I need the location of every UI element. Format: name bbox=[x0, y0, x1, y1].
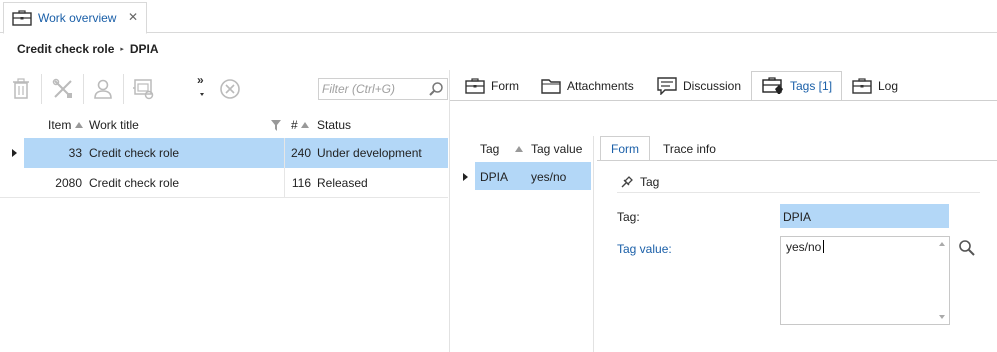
tab-log-label: Log bbox=[878, 79, 899, 93]
cell-status: Under development bbox=[317, 146, 422, 160]
current-row-indicator-icon bbox=[463, 173, 468, 181]
pin-icon[interactable] bbox=[620, 175, 634, 189]
briefcase-icon bbox=[852, 78, 872, 94]
cell-work-title: Credit check role bbox=[89, 146, 180, 160]
tab-discussion-label: Discussion bbox=[683, 79, 742, 93]
assign-user-button[interactable] bbox=[89, 75, 117, 103]
section-title: Tag bbox=[640, 175, 660, 189]
cell-count: 116 bbox=[291, 175, 311, 190]
filter-box bbox=[318, 78, 448, 100]
breadcrumb-separator-icon: ▸ bbox=[120, 46, 124, 53]
tab-tags[interactable]: Tags [1] bbox=[751, 71, 842, 101]
cell-item: 33 bbox=[68, 146, 82, 160]
workflow-icon bbox=[133, 79, 154, 100]
tab-tags-label: Tags [1] bbox=[790, 79, 833, 93]
panel-splitter[interactable] bbox=[593, 136, 594, 352]
filter-funnel-icon[interactable] bbox=[271, 112, 281, 138]
tab-form-label: Form bbox=[491, 79, 519, 93]
person-icon bbox=[94, 79, 112, 99]
tab-discussion[interactable]: Discussion bbox=[657, 71, 741, 101]
tag-field[interactable]: DPIA bbox=[780, 204, 949, 228]
lookup-search-icon[interactable] bbox=[958, 239, 976, 257]
briefcase-icon bbox=[465, 78, 485, 94]
tab-attachments-label: Attachments bbox=[567, 79, 634, 93]
subtab-strip-line bbox=[597, 160, 997, 161]
scroll-up-icon[interactable] bbox=[939, 242, 945, 246]
tags-column-tag-value[interactable]: Tag value bbox=[531, 142, 582, 156]
sort-asc-icon bbox=[300, 122, 309, 128]
folder-icon bbox=[541, 79, 561, 94]
cell-item: 2080 bbox=[55, 175, 82, 190]
tag-briefcase-icon bbox=[762, 77, 783, 94]
column-header-work-title[interactable]: Work title bbox=[89, 112, 139, 138]
breadcrumb: Credit check role ▸ DPIA bbox=[17, 42, 159, 56]
more-actions-button[interactable]: » bbox=[197, 73, 204, 87]
tools-button[interactable] bbox=[49, 75, 77, 103]
toolbar-divider bbox=[83, 74, 84, 104]
column-header-count[interactable]: # bbox=[291, 112, 310, 138]
workflow-button[interactable] bbox=[130, 75, 158, 103]
section-divider bbox=[617, 192, 980, 193]
work-overview-tab[interactable]: Work overview ✕ bbox=[3, 2, 147, 34]
column-header-count-label: # bbox=[291, 118, 298, 132]
scroll-down-icon[interactable] bbox=[939, 315, 945, 319]
wrench-screwdriver-icon bbox=[52, 78, 72, 98]
subtab-trace-info-label: Trace info bbox=[663, 141, 716, 156]
tag-value-text: yes/no bbox=[786, 240, 822, 254]
text-cursor bbox=[823, 240, 824, 253]
panel-splitter[interactable] bbox=[449, 70, 450, 352]
tab-log[interactable]: Log bbox=[852, 71, 898, 101]
subtab-trace-info[interactable]: Trace info bbox=[653, 136, 726, 161]
cell-count: 240 bbox=[290, 146, 311, 160]
tab-form[interactable]: Form bbox=[465, 71, 519, 101]
column-header-status[interactable]: Status bbox=[317, 112, 351, 138]
trash-icon bbox=[13, 78, 29, 99]
tags-cell-tag-value: yes/no bbox=[531, 170, 567, 184]
column-divider bbox=[284, 138, 285, 198]
column-header-item-label: Item bbox=[48, 118, 72, 132]
clear-button[interactable] bbox=[216, 75, 244, 103]
discussion-icon bbox=[657, 77, 677, 95]
sort-asc-icon bbox=[515, 146, 523, 152]
column-header-item[interactable]: Item bbox=[48, 112, 84, 138]
document-tab-bar: Work overview ✕ bbox=[0, 0, 997, 34]
current-row-indicator-icon bbox=[12, 149, 17, 157]
tags-cell-tag: DPIA bbox=[480, 170, 509, 184]
subtab-form[interactable]: Form bbox=[600, 136, 650, 161]
table-row[interactable]: 2080 Credit check role 116 Released bbox=[0, 168, 448, 198]
search-icon[interactable] bbox=[428, 81, 444, 97]
dropdown-caret-icon[interactable] bbox=[200, 93, 204, 96]
close-tab-icon[interactable]: ✕ bbox=[128, 10, 138, 24]
table-row[interactable]: 33 Credit check role 240 Under developme… bbox=[0, 138, 448, 168]
toolbar-divider bbox=[41, 74, 42, 104]
tag-field-label: Tag: bbox=[617, 210, 640, 224]
tag-value-textarea[interactable]: yes/no bbox=[780, 236, 950, 325]
breadcrumb-parent[interactable]: Credit check role bbox=[17, 42, 114, 56]
tab-strip-line bbox=[450, 100, 997, 101]
column-header-work-title-label: Work title bbox=[89, 118, 139, 132]
column-header-status-label: Status bbox=[317, 118, 352, 132]
toolbar-divider bbox=[123, 74, 124, 104]
filter-input[interactable] bbox=[319, 79, 423, 99]
cell-status: Released bbox=[317, 175, 368, 190]
cell-work-title: Credit check role bbox=[89, 175, 180, 190]
tag-value-field-label: Tag value: bbox=[617, 242, 672, 256]
work-grid-header: Item Work title # Status bbox=[0, 112, 448, 138]
tags-column-tag[interactable]: Tag bbox=[480, 142, 499, 156]
delete-button[interactable] bbox=[7, 75, 35, 103]
cancel-circle-icon bbox=[220, 79, 240, 99]
work-overview-tab-label: Work overview bbox=[38, 11, 117, 25]
briefcase-icon bbox=[12, 10, 32, 26]
subtab-form-label: Form bbox=[611, 141, 639, 156]
breadcrumb-current: DPIA bbox=[129, 42, 159, 56]
tab-attachments[interactable]: Attachments bbox=[541, 71, 634, 101]
sort-asc-icon bbox=[75, 122, 84, 128]
